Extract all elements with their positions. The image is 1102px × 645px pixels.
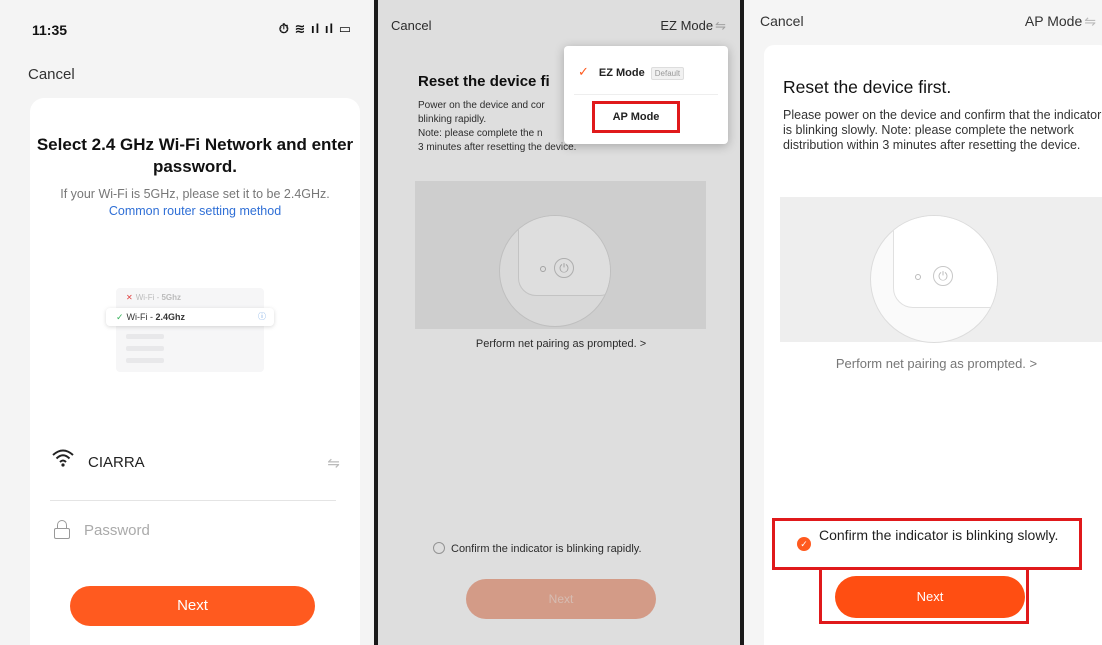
wifi-illustration: ✕ Wi-Fi - 5Ghz ✓ Wi-Fi - 2.4Ghz ⓘ <box>106 288 274 372</box>
cancel-button[interactable]: Cancel <box>760 13 804 29</box>
wifi-ssid: CIARRA <box>88 454 145 471</box>
cancel-button[interactable]: Cancel <box>28 66 75 83</box>
illus-row-24ghz: ✓ Wi-Fi - 2.4Ghz ⓘ <box>106 308 274 326</box>
page-title: Select 2.4 GHz Wi-Fi Network and enter p… <box>36 135 354 176</box>
illus-row-5ghz: ✕ Wi-Fi - 5Ghz <box>126 293 274 302</box>
status-bar: 11:35 ⏱ ≋ ıl ıl ▭ <box>0 0 374 50</box>
illus-row1-prefix: Wi-Fi - <box>135 293 162 302</box>
page-subtitle: If your Wi-Fi is 5GHz, please set it to … <box>60 186 330 220</box>
cross-icon: ✕ <box>126 293 133 302</box>
mode-label: AP Mode <box>1024 13 1083 29</box>
wifi-card: Select 2.4 GHz Wi-Fi Network and enter p… <box>30 98 360 645</box>
password-input[interactable] <box>84 518 324 542</box>
ap-mode-option[interactable]: AP Mode <box>592 101 680 133</box>
wifi-ssid-row[interactable]: CIARRA ⇋ <box>50 448 340 488</box>
switch-network-icon[interactable]: ⇋ <box>327 454 340 472</box>
illus-placeholder-bar <box>126 334 164 339</box>
next-button[interactable]: Next <box>70 586 315 626</box>
check-icon: ✓ <box>116 312 124 322</box>
device-zoom-circle: ⏻ <box>870 215 998 343</box>
illus-row2-name: 2.4Ghz <box>155 312 186 322</box>
ez-mode-option[interactable]: ✓ EZ Mode Default <box>578 64 685 80</box>
confirm-checkbox[interactable]: ✓ Confirm the indicator is blinking slow… <box>772 518 1082 570</box>
device-illustration: ⏻ <box>780 197 1102 343</box>
divider <box>50 500 336 501</box>
reset-device-ap-screen: Cancel AP Mode ⇋ Reset the device first. … <box>744 0 1102 645</box>
subtitle-text: If your Wi-Fi is 5GHz, please set it to … <box>60 187 330 201</box>
next-button[interactable]: Next <box>835 576 1025 618</box>
illus-row2-prefix: Wi-Fi - <box>126 312 156 322</box>
wifi-icon <box>52 448 74 474</box>
next-button-highlight: Next <box>819 567 1029 624</box>
divider <box>574 94 718 95</box>
illus-row1-name: 5Ghz <box>161 293 182 302</box>
lock-icon <box>54 520 70 539</box>
indicator-light-icon <box>915 274 921 280</box>
default-badge: Default <box>650 67 685 80</box>
ez-mode-label: EZ Mode <box>598 67 645 79</box>
page-title: Reset the device first. <box>783 77 952 97</box>
switch-icon: ⇋ <box>1084 13 1096 29</box>
confirm-label: Confirm the indicator is blinking slowly… <box>819 527 1059 543</box>
password-row <box>50 518 340 548</box>
router-setting-link[interactable]: Common router setting method <box>109 204 281 218</box>
mode-selector[interactable]: AP Mode ⇋ <box>1025 13 1096 30</box>
reset-device-ez-screen: Cancel EZ Mode ⇋ Reset the device fi Powe… <box>378 0 740 645</box>
info-icon: ⓘ <box>258 312 266 321</box>
power-icon: ⏻ <box>933 266 953 286</box>
instructions: Please power on the device and confirm t… <box>783 108 1102 152</box>
wifi-network-screen: 11:35 ⏱ ≋ ıl ıl ▭ Cancel Select 2.4 GHz … <box>0 0 374 645</box>
status-icons: ⏱ ≋ ıl ıl ▭ <box>278 21 352 36</box>
status-time: 11:35 <box>32 22 68 38</box>
mode-dropdown: ✓ EZ Mode Default AP Mode <box>564 46 728 144</box>
checked-icon: ✓ <box>797 537 811 551</box>
check-icon: ✓ <box>578 64 589 79</box>
illus-placeholder-bar <box>126 358 164 363</box>
illus-placeholder-bar <box>126 346 164 351</box>
net-pairing-link[interactable]: Perform net pairing as prompted. > <box>764 356 1102 371</box>
